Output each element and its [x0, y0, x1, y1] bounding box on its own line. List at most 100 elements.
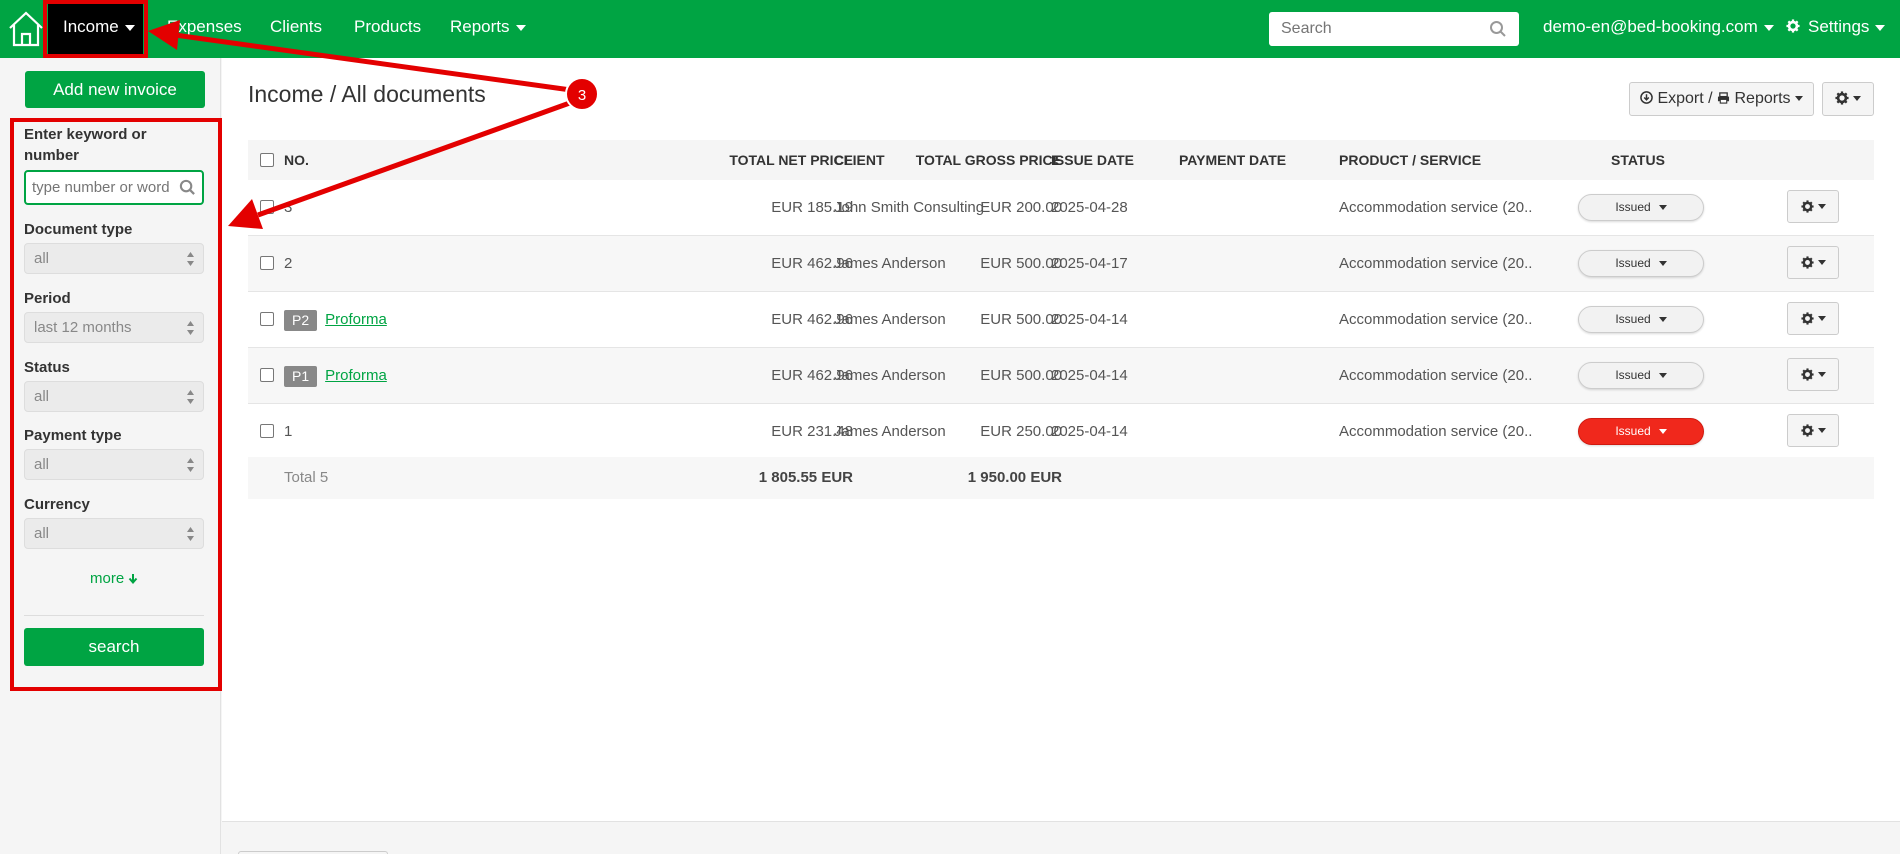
select-all-checkbox[interactable] [260, 153, 274, 167]
totals-row: Total 5 1 805.55 EUR 1 950.00 EUR [248, 457, 1874, 499]
print-icon [1717, 92, 1730, 104]
select-arrows-icon [187, 252, 194, 266]
main-content: Income / All documents Export / Reports … [222, 58, 1900, 822]
row-actions-button[interactable] [1787, 246, 1839, 279]
col-status[interactable]: STATUS [1611, 140, 1665, 180]
nav-clients[interactable]: Clients [270, 0, 322, 54]
arrow-down-icon [129, 574, 138, 585]
currency-select[interactable]: all [24, 518, 204, 549]
proforma-link[interactable]: Proforma [325, 311, 387, 328]
gear-icon [1800, 368, 1814, 381]
keyword-label: Enter keyword or number [24, 126, 147, 164]
row-checkbox[interactable] [260, 368, 274, 382]
row-checkbox[interactable] [260, 312, 274, 326]
gear-icon [1786, 19, 1800, 33]
period-value: last 12 months [34, 319, 132, 336]
select-arrows-icon [187, 458, 194, 472]
keyword-input[interactable] [26, 172, 176, 203]
chevron-down-icon [1817, 428, 1826, 434]
status-badge[interactable]: Issued [1578, 194, 1704, 221]
table-row[interactable]: 3 EUR 185.19 EUR 200.00 John Smith Consu… [248, 180, 1874, 236]
document-type-select[interactable]: all [24, 243, 204, 274]
chevron-down-icon [1658, 205, 1667, 211]
chevron-down-icon [1875, 24, 1886, 31]
add-invoice-button[interactable]: Add new invoice [25, 71, 205, 108]
col-client[interactable]: CLIENT [834, 140, 885, 180]
income-highlight-box [43, 0, 148, 58]
status-label: Issued [1615, 368, 1651, 382]
select-arrows-icon [187, 321, 194, 335]
search-icon[interactable] [179, 179, 196, 196]
search-icon[interactable] [1489, 20, 1507, 38]
row-number[interactable]: 2 [284, 236, 292, 291]
row-actions-button[interactable] [1787, 302, 1839, 335]
select-arrows-icon [187, 527, 194, 541]
download-icon [1640, 91, 1653, 104]
payment-type-label: Payment type [24, 427, 122, 444]
nav-reports[interactable]: Reports [450, 0, 526, 54]
col-issue-date[interactable]: ISSUE DATE [1051, 140, 1134, 180]
row-actions-button[interactable] [1787, 414, 1839, 447]
table-settings-button[interactable] [1822, 82, 1874, 116]
user-menu[interactable]: demo-en@bed-booking.com [1543, 0, 1774, 54]
status-select[interactable]: all [24, 381, 204, 412]
global-search-input[interactable] [1269, 12, 1479, 46]
chevron-down-icon [1817, 260, 1826, 266]
status-label: Issued [1615, 256, 1651, 270]
table-row[interactable]: 2 EUR 462.96 EUR 500.00 James Anderson 2… [248, 236, 1874, 292]
status-badge[interactable]: Issued [1578, 306, 1704, 333]
table-row[interactable]: P1 Proforma EUR 462.96 EUR 500.00 James A… [248, 348, 1874, 404]
sidebar-divider [24, 615, 204, 616]
row-issue-date: 2025-04-14 [1051, 311, 1128, 328]
select-arrows-icon [187, 390, 194, 404]
row-gross-price: EUR 200.00 [980, 199, 1062, 216]
gear-icon [1835, 91, 1849, 105]
export-reports-button[interactable]: Export / Reports [1629, 82, 1814, 116]
col-product[interactable]: PRODUCT / SERVICE [1339, 140, 1481, 180]
global-search[interactable] [1269, 12, 1519, 46]
home-icon[interactable] [6, 8, 46, 48]
table-row[interactable]: P2 Proforma EUR 462.96 EUR 500.00 James A… [248, 292, 1874, 348]
document-type-label: Document type [24, 221, 133, 238]
more-filters-link[interactable]: more [90, 570, 138, 587]
payment-type-value: all [34, 456, 50, 473]
table-header: NO. TOTAL NET PRICE TOTAL GROSS PRICE CL… [248, 140, 1874, 180]
payment-type-select[interactable]: all [24, 449, 204, 480]
settings-menu[interactable]: Settings [1786, 0, 1886, 54]
row-issue-date: 2025-04-14 [1051, 423, 1128, 440]
chevron-down-icon [1817, 316, 1826, 322]
status-label: Issued [1615, 200, 1651, 214]
chevron-down-icon [1794, 96, 1803, 102]
chevron-down-icon [1853, 96, 1861, 102]
row-client: James Anderson [834, 423, 946, 440]
table-row[interactable]: 1 EUR 231.48 EUR 250.00 James Anderson 2… [248, 404, 1874, 460]
status-badge[interactable]: Issued [1578, 418, 1704, 445]
period-select[interactable]: last 12 months [24, 312, 204, 343]
row-number: P2 Proforma [284, 292, 387, 347]
col-payment-date[interactable]: PAYMENT DATE [1179, 140, 1286, 180]
proforma-link[interactable]: Proforma [325, 367, 387, 384]
status-badge[interactable]: Issued [1578, 362, 1704, 389]
col-gross-price[interactable]: TOTAL GROSS PRICE [916, 140, 1062, 180]
row-number[interactable]: 1 [284, 404, 292, 459]
chevron-down-icon [1658, 429, 1667, 435]
status-label: Issued [1615, 424, 1651, 438]
row-actions-button[interactable] [1787, 190, 1839, 223]
period-label: Period [24, 290, 71, 307]
sidebar: Add new invoice Enter keyword or number … [0, 58, 222, 854]
nav-products[interactable]: Products [354, 0, 421, 54]
col-no[interactable]: NO. [284, 140, 309, 180]
top-navbar: Income Expenses Clients Products Reports… [0, 0, 1900, 58]
total-net: 1 805.55 EUR [758, 469, 853, 486]
keyword-field[interactable] [24, 170, 204, 205]
reports-label: Reports [1734, 90, 1791, 107]
row-checkbox[interactable] [260, 256, 274, 270]
row-checkbox[interactable] [260, 424, 274, 438]
search-button[interactable]: search [24, 628, 204, 666]
proforma-badge: P2 [284, 309, 318, 331]
row-actions-button[interactable] [1787, 358, 1839, 391]
status-badge[interactable]: Issued [1578, 250, 1704, 277]
nav-expenses[interactable]: Expenses [167, 0, 242, 54]
row-checkbox[interactable] [260, 200, 274, 214]
row-number[interactable]: 3 [284, 180, 292, 235]
